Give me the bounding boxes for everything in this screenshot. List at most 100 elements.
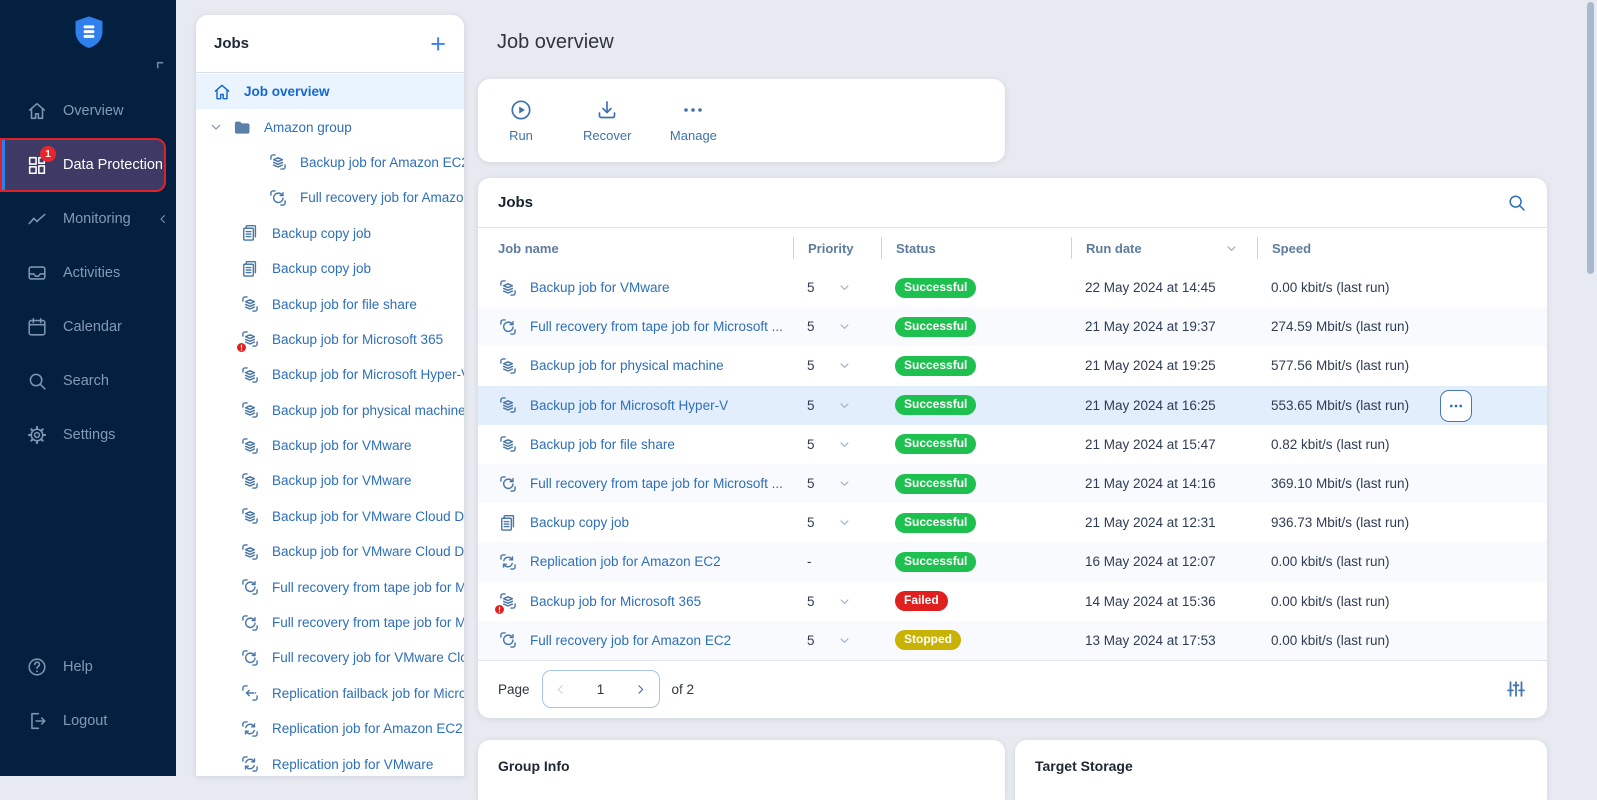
chevron-down-icon[interactable] <box>837 476 852 491</box>
job-name-link[interactable]: Full recovery from tape job for Microsof… <box>530 319 783 334</box>
tree-item-job-overview[interactable]: Job overview <box>196 74 464 109</box>
tree-item-backup-copy-job[interactable]: Backup copy job <box>196 216 464 251</box>
previous-page-button[interactable] <box>543 671 579 707</box>
chevron-down-icon[interactable] <box>837 319 852 334</box>
run-date-value: 13 May 2024 at 17:53 <box>1085 633 1216 648</box>
chevron-down-icon[interactable] <box>837 594 852 609</box>
replication-icon <box>498 552 518 572</box>
sidebar-collapse-corner-icon[interactable] <box>155 60 168 73</box>
column-header-speed[interactable]: Speed <box>1257 237 1527 259</box>
job-name-link[interactable]: Backup job for physical machine <box>530 358 724 373</box>
pager-control: 1 <box>542 670 660 708</box>
column-header-priority[interactable]: Priority <box>793 237 881 259</box>
tree-item-full-recovery-job-for-vmware-cloud-director[interactable]: Full recovery job for VMware Cloud Direc… <box>196 640 464 675</box>
job-name-link[interactable]: Backup copy job <box>530 515 629 530</box>
table-row[interactable]: Replication job for Amazon EC2-Successfu… <box>478 542 1547 581</box>
replication-icon <box>240 719 260 739</box>
sidebar-item-activities[interactable]: Activities <box>0 246 176 300</box>
tree-item-backup-job-for-vmware[interactable]: Backup job for VMware <box>196 463 464 498</box>
row-actions-button[interactable] <box>1440 390 1472 422</box>
chevron-down-icon[interactable] <box>208 119 224 135</box>
column-header-run-date[interactable]: Run date <box>1071 237 1257 259</box>
tree-item-replication-job-for-amazon-ec2[interactable]: Replication job for Amazon EC2 <box>196 711 464 746</box>
speed-value: 0.82 kbit/s (last run) <box>1271 437 1390 452</box>
run-date-cell: 13 May 2024 at 17:53 <box>1071 633 1257 648</box>
chevron-down-icon[interactable] <box>837 633 852 648</box>
tree-item-replication-failback-job-for-microsoft-hyper-v[interactable]: Replication failback job for Microsoft H… <box>196 676 464 711</box>
table-row[interactable]: Full recovery job for Amazon EC25Stopped… <box>478 621 1547 660</box>
table-row[interactable]: Backup job for Microsoft Hyper-V5Success… <box>478 386 1547 425</box>
priority-cell: 5 <box>793 476 881 491</box>
run-date-cell: 21 May 2024 at 19:37 <box>1071 319 1257 334</box>
run-button[interactable]: Run <box>497 98 545 143</box>
sidebar-item-search[interactable]: Search <box>0 354 176 408</box>
chevron-left-icon[interactable] <box>152 212 174 226</box>
table-row[interactable]: Backup job for physical machine5Successf… <box>478 346 1547 385</box>
job-name-link[interactable]: Full recovery job for Amazon EC2 <box>530 633 731 648</box>
chevron-down-icon[interactable] <box>837 358 852 373</box>
job-name-link[interactable]: Full recovery from tape job for Microsof… <box>530 476 783 491</box>
manage-button[interactable]: Manage <box>669 98 717 143</box>
job-name-link[interactable]: Replication job for Amazon EC2 <box>530 554 721 569</box>
recover-button[interactable]: Recover <box>583 98 631 143</box>
sidebar-item-logout[interactable]: Logout <box>0 694 176 748</box>
dots-icon <box>1448 398 1464 414</box>
speed-value: 369.10 Mbit/s (last run) <box>1271 476 1409 491</box>
tree-item-full-recovery-from-tape-job-for-microsoft-365[interactable]: Full recovery from tape job for Microsof… <box>196 605 464 640</box>
tree-item-backup-job-for-file-share[interactable]: Backup job for file share <box>196 286 464 321</box>
table-row[interactable]: Full recovery from tape job for Microsof… <box>478 464 1547 503</box>
table-row[interactable]: Backup job for VMware5Successful22 May 2… <box>478 268 1547 307</box>
tree-item-backup-job-for-amazon-ec2[interactable]: Backup job for Amazon EC2 <box>196 145 464 180</box>
status-badge: Successful <box>895 395 976 415</box>
tree-item-replication-job-for-vmware[interactable]: Replication job for VMware <box>196 746 464 776</box>
tree-item-icon-wrap <box>240 648 260 668</box>
tree-item-icon-wrap <box>240 542 260 562</box>
tree-item-backup-job-for-microsoft-365[interactable]: Backup job for Microsoft 365 <box>196 322 464 357</box>
job-name-link[interactable]: Backup job for Microsoft 365 <box>530 594 701 609</box>
column-header-job-name[interactable]: Job name <box>498 237 793 259</box>
table-row[interactable]: Backup job for Microsoft 3655Failed14 Ma… <box>478 582 1547 621</box>
table-settings-sliders-icon[interactable] <box>1505 678 1527 700</box>
speed-value: 0.00 kbit/s (last run) <box>1271 554 1390 569</box>
job-name-link[interactable]: Backup job for VMware <box>530 280 670 295</box>
tree-item-backup-copy-job[interactable]: Backup copy job <box>196 251 464 286</box>
sidebar-item-monitoring[interactable]: Monitoring <box>0 192 176 246</box>
priority-cell: - <box>793 554 881 569</box>
tree-item-full-recovery-job-for-amazon-ec2[interactable]: Full recovery job for Amazon EC2 <box>196 180 464 215</box>
sidebar-item-help[interactable]: Help <box>0 640 176 694</box>
tree-item-backup-job-for-microsoft-hyper-v[interactable]: Backup job for Microsoft Hyper-V <box>196 357 464 392</box>
vertical-scrollbar-thumb[interactable] <box>1587 2 1594 274</box>
tree-item-backup-job-for-vmware-cloud-director[interactable]: Backup job for VMware Cloud Director <box>196 499 464 534</box>
job-name-cell: Full recovery from tape job for Microsof… <box>498 474 793 494</box>
tree-item-icon-wrap <box>240 329 260 349</box>
add-job-button[interactable]: + <box>430 34 446 54</box>
current-page-value[interactable]: 1 <box>579 682 623 697</box>
job-name-link[interactable]: Backup job for file share <box>530 437 675 452</box>
sidebar-item-calendar[interactable]: Calendar <box>0 300 176 354</box>
chevron-down-icon[interactable] <box>1224 241 1239 256</box>
table-row[interactable]: Full recovery from tape job for Microsof… <box>478 307 1547 346</box>
job-icon-wrap <box>498 474 518 494</box>
run-date-value: 21 May 2024 at 15:47 <box>1085 437 1216 452</box>
sidebar-item-overview[interactable]: Overview <box>0 84 176 138</box>
search-icon[interactable] <box>1506 192 1527 213</box>
chevron-down-icon[interactable] <box>837 398 852 413</box>
recovery-icon <box>498 474 518 494</box>
next-page-button[interactable] <box>623 671 659 707</box>
tree-item-backup-job-for-vmware-cloud-director[interactable]: Backup job for VMware Cloud Director <box>196 534 464 569</box>
priority-value: 5 <box>807 437 815 452</box>
tree-item-full-recovery-from-tape-job-for-microsoft-365[interactable]: Full recovery from tape job for Microsof… <box>196 569 464 604</box>
column-header-status[interactable]: Status <box>881 237 1071 259</box>
manage-icon <box>681 98 705 122</box>
job-name-link[interactable]: Backup job for Microsoft Hyper-V <box>530 398 728 413</box>
tree-item-backup-job-for-physical-machine[interactable]: Backup job for physical machine <box>196 393 464 428</box>
tree-item-amazon-group[interactable]: Amazon group <box>196 109 464 144</box>
sidebar-item-settings[interactable]: Settings <box>0 408 176 462</box>
sidebar-item-data-protection[interactable]: 1Data Protection <box>0 138 166 192</box>
table-row[interactable]: Backup job for file share5Successful21 M… <box>478 425 1547 464</box>
chevron-down-icon[interactable] <box>837 515 852 530</box>
chevron-down-icon[interactable] <box>837 280 852 295</box>
chevron-down-icon[interactable] <box>837 437 852 452</box>
table-row[interactable]: Backup copy job5Successful21 May 2024 at… <box>478 503 1547 542</box>
tree-item-backup-job-for-vmware[interactable]: Backup job for VMware <box>196 428 464 463</box>
